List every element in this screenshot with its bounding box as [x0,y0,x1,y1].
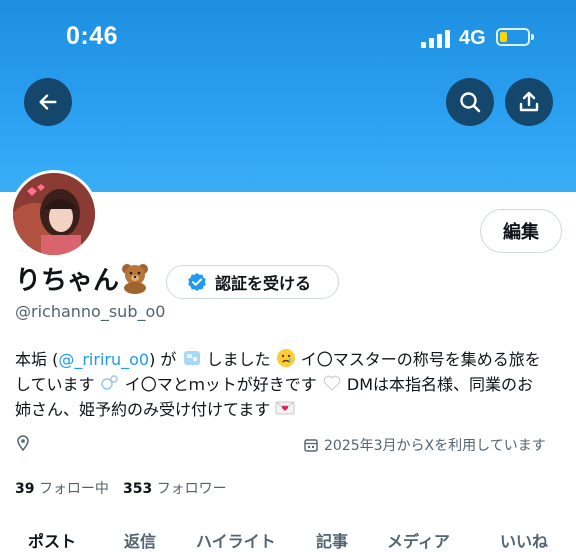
signal-icon [421,30,451,48]
bio-text: 姉さん、姫予約のみ受け付けてます [15,400,276,419]
verified-badge-icon [188,273,206,291]
tab-articles[interactable]: 記事 [316,528,348,552]
location-pin-icon [17,435,29,451]
love-letter-icon [275,401,295,415]
bio-text: しました [201,350,276,369]
sad-face-icon [276,349,295,367]
network-type: 4G [459,27,486,49]
tab-likes[interactable]: いいね [500,528,548,552]
followers-link[interactable]: 353 フォロワー [123,478,227,498]
tab-replies[interactable]: 返信 [124,528,156,552]
bio-text: DMは本指名様、同業のお [341,375,534,394]
bio-mention-link[interactable]: @_ririru_o0 [58,350,149,369]
white-heart-icon [323,375,341,391]
bubbles-icon [100,375,118,390]
search-button[interactable] [446,78,494,126]
search-icon [460,92,481,113]
joined-date: 2025年3月からXを利用しています [303,435,546,455]
share-button[interactable] [505,78,553,126]
following-count: 39 [15,481,35,497]
avatar[interactable] [10,170,98,258]
get-verified-label: 認証を受ける [215,274,312,293]
avatar-photo [13,173,95,255]
teddy-bear-icon [122,264,148,294]
calendar-icon [304,439,318,452]
following-label: フォロー中 [38,481,109,497]
get-verified-button[interactable]: 認証を受ける [166,265,339,299]
bio-text: しています [15,375,100,394]
bio-text: イ〇マとｍットが好きです [119,375,322,394]
display-name: りちゃん [15,266,120,296]
bio-text: ) が [149,350,182,369]
arrow-left-icon [39,94,57,110]
followers-count: 353 [123,481,153,497]
location [15,435,31,451]
back-button[interactable] [24,78,72,126]
status-time: 0:46 [66,22,119,50]
edit-profile-button[interactable]: 編集 [480,209,562,253]
user-handle: @richanno_sub_o0 [15,302,166,321]
tab-highlights[interactable]: ハイライト [196,528,276,552]
battery-icon [496,28,534,46]
bio-text: イ〇マスターの称号を集める旅を [295,350,541,369]
bio-text: 本垢 ( [15,350,59,369]
following-link[interactable]: 39 フォロー中 [15,478,109,498]
profile-bio: 本垢 (@_ririru_o0) が しました イ〇マスターの称号を集める旅を … [15,347,565,422]
share-icon [519,91,539,112]
tab-posts[interactable]: ポスト [28,528,76,552]
tab-media[interactable]: メディア [387,528,450,552]
joined-text: 2025年3月からXを利用しています [324,438,546,454]
followers-label: フォロワー [156,481,227,497]
profile-tabs: ポスト 返信 ハイライト 記事 メディア いいね [0,520,576,552]
ice-cube-icon [183,351,200,365]
